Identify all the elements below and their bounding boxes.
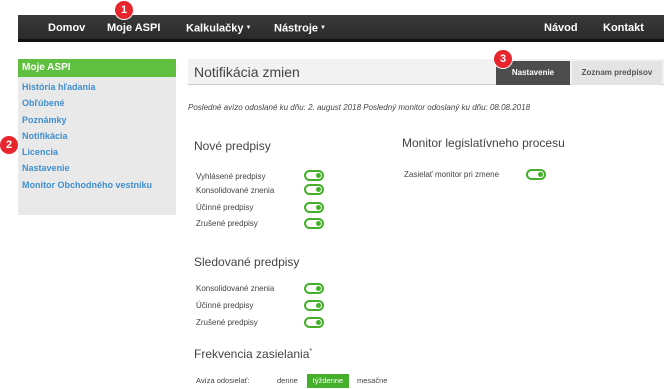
nav-nastroje-label: Nástroje (274, 22, 319, 35)
nav-kalkulacky-label: Kalkulačky (186, 22, 244, 35)
section-title-followed-regulations: Sledované predpisy (194, 255, 300, 269)
option-label: Konsolidované znenia (196, 283, 275, 293)
title-bar: Notifikácia zmien Nastavenie Zoznam pred… (188, 59, 664, 85)
option-label: Zasielať monitor pri zmene (404, 169, 500, 179)
option-row: Účinné predpisy (196, 200, 253, 214)
sidebar-item-monitor[interactable]: Monitor Obchodného vestníku (22, 177, 176, 193)
option-row: Vyhlásené predpisy (196, 169, 266, 183)
callout-badge-2: 2 (0, 136, 18, 154)
page-title: Notifikácia zmien (194, 64, 300, 80)
callout-badge-3: 3 (494, 50, 512, 68)
option-row: Zrušené predpisy (196, 315, 258, 329)
option-row: Konsolidované znenia (196, 183, 274, 197)
option-label: Konsolidované znenia (196, 185, 275, 195)
option-label: Účinné predpisy (196, 300, 254, 310)
nav-kalkulacky[interactable]: Kalkulačky ▼ (186, 15, 251, 42)
last-sent-info: Posledné avízo odoslané ku dňu: 2. augus… (188, 103, 531, 112)
toggle-switch-monitor[interactable] (526, 169, 546, 180)
option-row: Účinné predpisy (196, 298, 253, 312)
nav-nastroje[interactable]: Nástroje ▼ (274, 15, 326, 42)
nav-home[interactable]: Domov (48, 15, 85, 42)
required-asterisk: * (309, 348, 313, 355)
sidebar-item-notifikacia[interactable]: Notifikácia (22, 128, 176, 144)
sidebar-item-historia[interactable]: História hľadania (22, 79, 176, 95)
sidebar-header[interactable]: Moje ASPI (18, 59, 176, 77)
section-title-frequency: Frekvencia zasielania* (194, 347, 312, 361)
sidebar-item-oblubene[interactable]: Obľúbené (22, 95, 176, 111)
option-label: Zrušené predpisy (196, 218, 258, 228)
nav-moje-aspi[interactable]: Moje ASPI (107, 15, 160, 42)
tab-zoznam-predpisov[interactable]: Zoznam predpisov (572, 61, 662, 85)
toggle-switch-ucinne[interactable] (304, 202, 324, 213)
frequency-option-weekly[interactable]: týždenne (307, 374, 349, 388)
toggle-switch-followed-konsolidovane[interactable] (304, 283, 324, 294)
chevron-down-icon: ▼ (245, 25, 252, 31)
section-title-monitor: Monitor legislatívneho procesu (402, 136, 565, 150)
frequency-option-monthly[interactable]: mesačne (357, 374, 387, 388)
callout-badge-1: 1 (115, 1, 133, 19)
option-label: Zrušené predpisy (196, 317, 258, 327)
option-row: Zasielať monitor pri zmene (404, 167, 499, 181)
sidebar-list: História hľadania Obľúbené Poznámky Noti… (18, 77, 176, 193)
nav-navod[interactable]: Návod (544, 15, 578, 42)
option-row: Konsolidované znenia (196, 281, 274, 295)
option-label: Účinné predpisy (196, 202, 254, 212)
section-title-new-regulations: Nové predpisy (194, 139, 271, 153)
frequency-option-daily[interactable]: denne (277, 374, 298, 388)
sidebar-item-poznamky[interactable]: Poznámky (22, 112, 176, 128)
frequency-label: Avíza odosielať: (196, 376, 250, 385)
chevron-down-icon: ▼ (320, 25, 326, 31)
toggle-switch-vyhlasene[interactable] (304, 170, 324, 181)
sidebar-item-licencia[interactable]: Licencia (22, 144, 176, 160)
toggle-switch-followed-zrusene[interactable] (304, 317, 324, 328)
option-row: Zrušené predpisy (196, 216, 258, 230)
nav-kontakt[interactable]: Kontakt (603, 15, 644, 42)
frequency-title-text: Frekvencia zasielania (194, 347, 310, 361)
option-label: Vyhlásené predpisy (196, 171, 266, 181)
top-navigation: Domov Moje ASPI Kalkulačky ▼ Nástroje ▼ Ná… (18, 15, 664, 42)
toggle-switch-zrusene[interactable] (304, 218, 324, 229)
toggle-switch-followed-ucinne[interactable] (304, 300, 324, 311)
sidebar: Moje ASPI História hľadania Obľúbené Poz… (18, 59, 176, 215)
sidebar-item-nastavenie[interactable]: Nastavenie (22, 160, 176, 176)
toggle-switch-konsolidovane[interactable] (304, 184, 324, 195)
